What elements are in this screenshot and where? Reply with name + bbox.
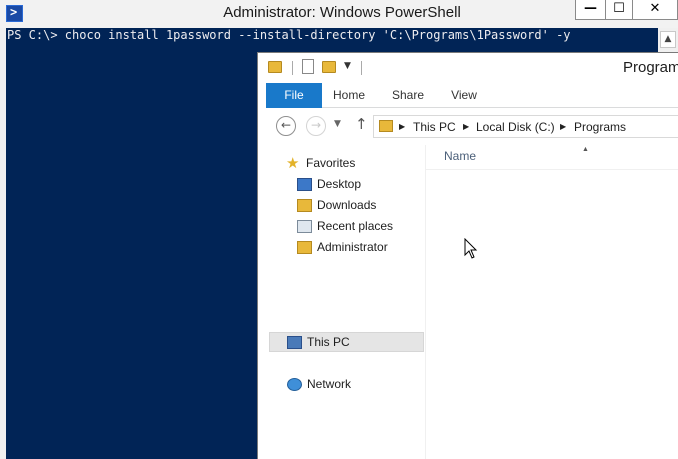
sidebar-item-label: This PC — [307, 335, 350, 349]
file-list[interactable]: Name ▲ — [426, 145, 678, 459]
tab-file[interactable]: File — [266, 83, 322, 108]
breadcrumb-local-disk[interactable]: Local Disk (C:) — [476, 119, 555, 135]
desktop-icon — [297, 178, 312, 191]
folder-icon — [297, 241, 312, 254]
toolbar-divider — [292, 61, 293, 75]
new-folder-icon[interactable] — [322, 61, 336, 73]
scroll-up-icon[interactable]: ▲ — [660, 31, 676, 48]
computer-icon — [287, 336, 302, 349]
minimize-button[interactable]: — — [575, 0, 605, 20]
chevron-right-icon[interactable]: ▶ — [399, 119, 405, 135]
powershell-titlebar[interactable]: > Administrator: Windows PowerShell — ☐ … — [0, 0, 678, 28]
sidebar-item-label: Recent places — [317, 219, 394, 233]
breadcrumb-this-pc[interactable]: This PC — [413, 119, 456, 135]
mouse-pointer-icon — [464, 238, 478, 259]
column-header-name[interactable]: Name ▲ — [444, 146, 589, 163]
tab-home[interactable]: Home — [328, 83, 370, 108]
close-button[interactable]: ✕ — [632, 0, 678, 20]
header-divider — [426, 169, 678, 170]
command-line: PS C:\> choco install 1password --instal… — [7, 28, 571, 42]
tab-view[interactable]: View — [446, 83, 482, 108]
up-arrow-icon[interactable]: ↑ — [355, 115, 368, 133]
sidebar-item-label: Administrator — [317, 240, 388, 254]
explorer-titlebar[interactable]: ▼ Programs — [258, 53, 678, 83]
chevron-right-icon[interactable]: ▶ — [560, 119, 566, 135]
recent-locations-chevron-down-icon[interactable]: ▼ — [334, 119, 341, 129]
sort-ascending-icon: ▲ — [582, 146, 589, 153]
sidebar-item-label: Downloads — [317, 198, 377, 212]
recent-places-icon — [297, 220, 312, 233]
navigation-pane: ★ Favorites Desktop Downloads Recent pla… — [266, 145, 426, 459]
sidebar-item-label: Desktop — [317, 177, 362, 191]
folder-icon — [297, 199, 312, 212]
star-icon: ★ — [286, 155, 300, 172]
navigation-bar: ← → ▼ ↑ ▶ This PC ▶ Local Disk (C:) ▶ Pr… — [266, 111, 678, 143]
ribbon-tabs: File Home Share View — [266, 83, 678, 108]
address-bar[interactable]: ▶ This PC ▶ Local Disk (C:) ▶ Programs — [373, 115, 678, 138]
breadcrumb-programs[interactable]: Programs — [574, 119, 626, 135]
customize-toolbar-dropdown-icon[interactable]: ▼ — [344, 61, 351, 71]
folder-icon[interactable] — [268, 61, 282, 73]
toolbar-divider — [361, 61, 362, 75]
back-button[interactable]: ← — [276, 116, 296, 136]
folder-icon — [379, 120, 393, 132]
tab-share[interactable]: Share — [388, 83, 428, 108]
explorer-title: Programs — [623, 59, 678, 76]
forward-button[interactable]: → — [306, 116, 326, 136]
network-icon — [287, 378, 302, 391]
sidebar-item-label: Favorites — [306, 156, 356, 170]
sidebar-item-label: Network — [307, 377, 352, 391]
chevron-right-icon[interactable]: ▶ — [463, 119, 469, 135]
properties-icon[interactable] — [302, 59, 314, 74]
column-header-label: Name — [444, 149, 477, 163]
maximize-button[interactable]: ☐ — [605, 0, 632, 20]
